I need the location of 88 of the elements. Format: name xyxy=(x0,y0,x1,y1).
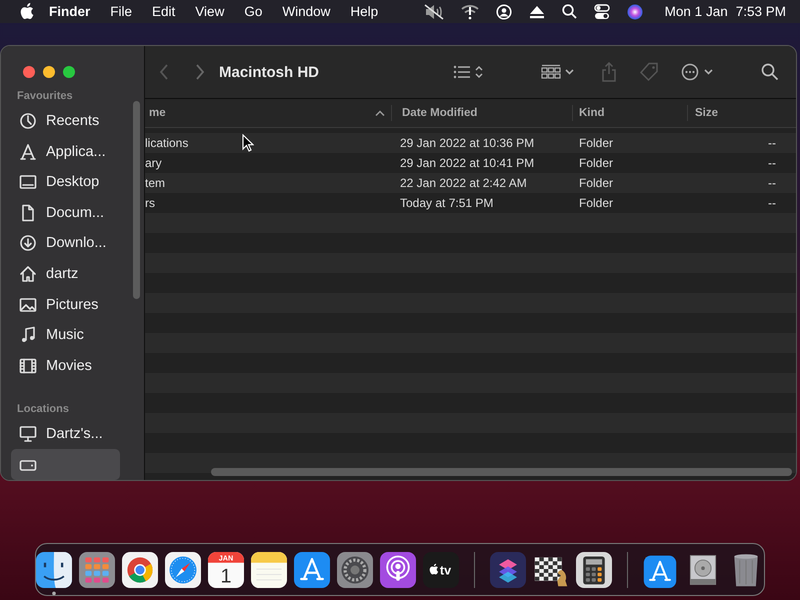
menu-bar-time[interactable]: 7:53 PM xyxy=(736,4,786,19)
download-icon xyxy=(19,234,37,252)
house-icon xyxy=(19,265,37,283)
table-cell: 29 Jan 2022 at 10:41 PM xyxy=(400,156,534,170)
list-view-icon[interactable] xyxy=(453,64,483,80)
tv-app-label: tv xyxy=(440,563,452,577)
sidebar-item[interactable]: Downlo... xyxy=(11,228,120,259)
sidebar-section-heading: Locations xyxy=(17,402,70,415)
table-cell: -- xyxy=(768,196,776,210)
app-grid-icon[interactable] xyxy=(79,552,115,588)
sidebar-item[interactable]: Applica... xyxy=(11,136,120,168)
menu-item[interactable]: View xyxy=(185,4,234,19)
sort-ascending-chevron-icon[interactable] xyxy=(375,109,385,117)
sidebar-item[interactable] xyxy=(11,449,120,480)
table-cell: -- xyxy=(768,156,776,170)
eject-icon[interactable] xyxy=(528,4,545,18)
user-account-icon[interactable] xyxy=(496,4,512,20)
notepad-icon[interactable] xyxy=(251,552,287,588)
podcast-icon[interactable] xyxy=(380,552,416,588)
more-actions-icon[interactable] xyxy=(681,63,715,81)
table-cell: Today at 7:51 PM xyxy=(400,196,494,210)
sidebar-item[interactable]: Dartz's... xyxy=(11,418,120,450)
menu-item[interactable]: Help xyxy=(340,4,388,19)
gear-icon[interactable] xyxy=(337,552,373,588)
scrollbar-thumb[interactable] xyxy=(133,101,140,299)
table-cell: ary xyxy=(145,156,162,170)
table-cell: 29 Jan 2022 at 10:36 PM xyxy=(400,136,534,150)
control-centre-icon[interactable] xyxy=(594,4,610,20)
menu-item[interactable]: Edit xyxy=(142,4,186,19)
app-menu[interactable]: Finder xyxy=(34,4,100,19)
horizontal-scrollbar-thumb[interactable] xyxy=(211,468,792,476)
table-cell: rs xyxy=(145,196,155,210)
calendar-month: JAN xyxy=(218,553,234,562)
compass-icon[interactable] xyxy=(165,552,201,588)
forward-chevron-icon[interactable] xyxy=(195,64,205,80)
zoom-button[interactable] xyxy=(63,66,75,78)
finder-face-icon[interactable] xyxy=(36,552,72,595)
calculator-icon[interactable] xyxy=(576,552,612,588)
speaker-muted-icon[interactable] xyxy=(424,4,444,20)
calendar-day: 1 xyxy=(220,565,232,588)
siri-icon[interactable] xyxy=(626,4,643,20)
menu-item[interactable]: Window xyxy=(272,4,340,19)
group-by-icon[interactable] xyxy=(541,64,575,80)
menu-bar-date[interactable]: Mon 1 Jan xyxy=(664,4,728,19)
wifi-alert-icon[interactable] xyxy=(460,4,479,20)
app-store-a-icon[interactable] xyxy=(294,552,330,588)
sidebar-item[interactable]: Docum... xyxy=(11,198,120,228)
table-cell: lications xyxy=(145,136,188,150)
sidebar-section-heading: Favourites xyxy=(17,90,74,102)
sidebar-item[interactable]: Desktop xyxy=(11,167,120,198)
table-cell: Folder xyxy=(579,136,614,150)
column-header[interactable]: me xyxy=(149,107,166,119)
film-icon xyxy=(19,356,37,375)
monitor-icon xyxy=(19,425,37,444)
search-icon[interactable] xyxy=(562,4,577,19)
table-cell: Folder xyxy=(579,196,614,210)
apple-logo-icon[interactable] xyxy=(20,3,34,20)
column-header[interactable]: Kind xyxy=(579,107,605,119)
document-icon xyxy=(19,204,37,222)
shortcuts-icon[interactable] xyxy=(490,552,526,588)
close-button[interactable] xyxy=(23,66,35,78)
table-cell: Folder xyxy=(579,176,614,190)
clock-icon xyxy=(19,112,37,130)
column-header[interactable]: Size xyxy=(695,107,718,119)
menu-item[interactable]: Go xyxy=(234,4,272,19)
music-note-icon xyxy=(19,326,37,344)
sidebar-item[interactable]: dartz xyxy=(11,258,120,290)
sidebar-item[interactable]: Pictures xyxy=(11,289,120,320)
chrome-icon[interactable] xyxy=(122,552,158,588)
sidebar-item[interactable]: Recents xyxy=(11,106,120,137)
minimize-button[interactable] xyxy=(43,66,55,78)
table-cell: -- xyxy=(768,176,776,190)
app-store-a-icon xyxy=(19,142,37,161)
mouse-pointer-icon xyxy=(242,134,254,152)
table-cell: Folder xyxy=(579,156,614,170)
column-header[interactable]: Date Modified xyxy=(402,107,478,119)
menu-item[interactable]: File xyxy=(100,4,142,19)
window-title: Macintosh HD xyxy=(219,64,320,80)
tv-app-icon[interactable]: tv xyxy=(423,552,459,588)
picture-icon xyxy=(19,296,37,314)
calendar-app-icon[interactable]: JAN 1 xyxy=(208,552,244,588)
search-icon[interactable] xyxy=(761,63,779,81)
sidebar-item[interactable]: Movies xyxy=(11,350,120,381)
table-cell: tem xyxy=(145,176,166,190)
table-cell: 22 Jan 2022 at 2:42 AM xyxy=(400,176,527,190)
sidebar-item[interactable]: Music xyxy=(11,320,120,350)
table-cell: -- xyxy=(768,136,776,150)
desktop-icon xyxy=(19,173,37,192)
